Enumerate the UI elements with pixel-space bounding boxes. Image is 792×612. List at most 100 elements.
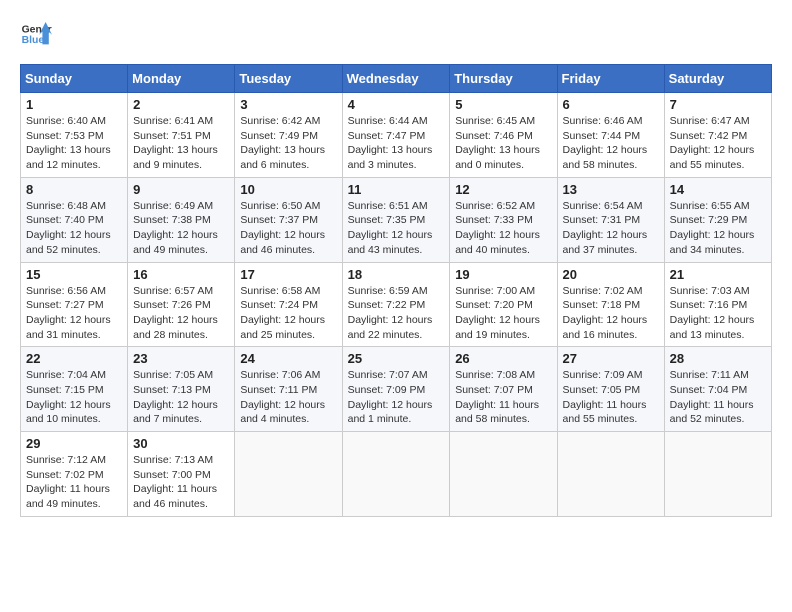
- day-number: 12: [455, 182, 551, 197]
- day-number: 5: [455, 97, 551, 112]
- day-detail: Sunrise: 7:12 AMSunset: 7:02 PMDaylight:…: [26, 453, 122, 512]
- day-detail: Sunrise: 6:52 AMSunset: 7:33 PMDaylight:…: [455, 199, 551, 258]
- day-detail: Sunrise: 7:09 AMSunset: 7:05 PMDaylight:…: [563, 368, 659, 427]
- calendar-week-2: 8 Sunrise: 6:48 AMSunset: 7:40 PMDaylight…: [21, 177, 772, 262]
- calendar-cell: 15 Sunrise: 6:56 AMSunset: 7:27 PMDayligh…: [21, 262, 128, 347]
- svg-text:Blue: Blue: [22, 35, 45, 46]
- day-header-monday: Monday: [128, 65, 235, 93]
- calendar-cell: 3 Sunrise: 6:42 AMSunset: 7:49 PMDaylight…: [235, 93, 342, 178]
- day-detail: Sunrise: 7:04 AMSunset: 7:15 PMDaylight:…: [26, 368, 122, 427]
- calendar-cell: 10 Sunrise: 6:50 AMSunset: 7:37 PMDayligh…: [235, 177, 342, 262]
- day-detail: Sunrise: 6:50 AMSunset: 7:37 PMDaylight:…: [240, 199, 336, 258]
- day-number: 6: [563, 97, 659, 112]
- calendar-cell: 8 Sunrise: 6:48 AMSunset: 7:40 PMDaylight…: [21, 177, 128, 262]
- calendar-cell: 6 Sunrise: 6:46 AMSunset: 7:44 PMDaylight…: [557, 93, 664, 178]
- day-detail: Sunrise: 6:55 AMSunset: 7:29 PMDaylight:…: [670, 199, 766, 258]
- day-number: 30: [133, 436, 229, 451]
- day-number: 7: [670, 97, 766, 112]
- day-number: 18: [348, 267, 445, 282]
- day-number: 17: [240, 267, 336, 282]
- day-header-thursday: Thursday: [450, 65, 557, 93]
- day-number: 16: [133, 267, 229, 282]
- day-number: 22: [26, 351, 122, 366]
- day-detail: Sunrise: 6:48 AMSunset: 7:40 PMDaylight:…: [26, 199, 122, 258]
- calendar-cell: 25 Sunrise: 7:07 AMSunset: 7:09 PMDayligh…: [342, 347, 450, 432]
- calendar-cell: 24 Sunrise: 7:06 AMSunset: 7:11 PMDayligh…: [235, 347, 342, 432]
- logo-icon: General Blue: [20, 20, 52, 48]
- calendar-cell: 20Sunrise: 7:02 AMSunset: 7:18 PMDayligh…: [557, 262, 664, 347]
- calendar-cell: [450, 432, 557, 517]
- day-number: 4: [348, 97, 445, 112]
- calendar-cell: 16 Sunrise: 6:57 AMSunset: 7:26 PMDayligh…: [128, 262, 235, 347]
- day-detail: Sunrise: 6:49 AMSunset: 7:38 PMDaylight:…: [133, 199, 229, 258]
- day-header-sunday: Sunday: [21, 65, 128, 93]
- day-detail: Sunrise: 7:07 AMSunset: 7:09 PMDaylight:…: [348, 368, 445, 427]
- day-number: 14: [670, 182, 766, 197]
- day-number: 8: [26, 182, 122, 197]
- calendar-cell: 26Sunrise: 7:08 AMSunset: 7:07 PMDayligh…: [450, 347, 557, 432]
- calendar-week-5: 29 Sunrise: 7:12 AMSunset: 7:02 PMDayligh…: [21, 432, 772, 517]
- calendar-cell: [557, 432, 664, 517]
- day-detail: Sunrise: 6:47 AMSunset: 7:42 PMDaylight:…: [670, 114, 766, 173]
- day-number: 9: [133, 182, 229, 197]
- calendar-table: SundayMondayTuesdayWednesdayThursdayFrid…: [20, 64, 772, 517]
- day-number: 15: [26, 267, 122, 282]
- calendar-week-4: 22 Sunrise: 7:04 AMSunset: 7:15 PMDayligh…: [21, 347, 772, 432]
- calendar-cell: 2 Sunrise: 6:41 AMSunset: 7:51 PMDaylight…: [128, 93, 235, 178]
- calendar-week-1: 1Sunrise: 6:40 AMSunset: 7:53 PMDaylight…: [21, 93, 772, 178]
- day-detail: Sunrise: 6:46 AMSunset: 7:44 PMDaylight:…: [563, 114, 659, 173]
- day-number: 27: [563, 351, 659, 366]
- calendar-cell: 30 Sunrise: 7:13 AMSunset: 7:00 PMDayligh…: [128, 432, 235, 517]
- calendar-cell: 7 Sunrise: 6:47 AMSunset: 7:42 PMDaylight…: [664, 93, 771, 178]
- day-number: 11: [348, 182, 445, 197]
- calendar-cell: [342, 432, 450, 517]
- day-number: 24: [240, 351, 336, 366]
- calendar-cell: 12 Sunrise: 6:52 AMSunset: 7:33 PMDayligh…: [450, 177, 557, 262]
- logo: General Blue: [20, 20, 52, 48]
- calendar-cell: 28 Sunrise: 7:11 AMSunset: 7:04 PMDayligh…: [664, 347, 771, 432]
- calendar-cell: 19 Sunrise: 7:00 AMSunset: 7:20 PMDayligh…: [450, 262, 557, 347]
- day-detail: Sunrise: 6:59 AMSunset: 7:22 PMDaylight:…: [348, 284, 445, 343]
- day-detail: Sunrise: 6:57 AMSunset: 7:26 PMDaylight:…: [133, 284, 229, 343]
- day-number: 3: [240, 97, 336, 112]
- day-detail: Sunrise: 7:03 AMSunset: 7:16 PMDaylight:…: [670, 284, 766, 343]
- day-detail: Sunrise: 6:58 AMSunset: 7:24 PMDaylight:…: [240, 284, 336, 343]
- day-detail: Sunrise: 6:41 AMSunset: 7:51 PMDaylight:…: [133, 114, 229, 173]
- calendar-cell: 13Sunrise: 6:54 AMSunset: 7:31 PMDayligh…: [557, 177, 664, 262]
- calendar-cell: 21 Sunrise: 7:03 AMSunset: 7:16 PMDayligh…: [664, 262, 771, 347]
- day-detail: Sunrise: 7:00 AMSunset: 7:20 PMDaylight:…: [455, 284, 551, 343]
- day-number: 2: [133, 97, 229, 112]
- day-detail: Sunrise: 6:54 AMSunset: 7:31 PMDaylight:…: [563, 199, 659, 258]
- day-detail: Sunrise: 6:51 AMSunset: 7:35 PMDaylight:…: [348, 199, 445, 258]
- calendar-cell: 27 Sunrise: 7:09 AMSunset: 7:05 PMDayligh…: [557, 347, 664, 432]
- calendar-cell: [664, 432, 771, 517]
- day-number: 10: [240, 182, 336, 197]
- calendar-cell: 5 Sunrise: 6:45 AMSunset: 7:46 PMDaylight…: [450, 93, 557, 178]
- calendar-header-row: SundayMondayTuesdayWednesdayThursdayFrid…: [21, 65, 772, 93]
- day-detail: Sunrise: 7:13 AMSunset: 7:00 PMDaylight:…: [133, 453, 229, 512]
- day-header-saturday: Saturday: [664, 65, 771, 93]
- calendar-cell: 1Sunrise: 6:40 AMSunset: 7:53 PMDaylight…: [21, 93, 128, 178]
- day-number: 23: [133, 351, 229, 366]
- day-detail: Sunrise: 7:08 AMSunset: 7:07 PMDaylight:…: [455, 368, 551, 427]
- day-number: 1: [26, 97, 122, 112]
- day-number: 28: [670, 351, 766, 366]
- day-header-wednesday: Wednesday: [342, 65, 450, 93]
- day-detail: Sunrise: 7:06 AMSunset: 7:11 PMDaylight:…: [240, 368, 336, 427]
- day-detail: Sunrise: 7:05 AMSunset: 7:13 PMDaylight:…: [133, 368, 229, 427]
- day-detail: Sunrise: 6:56 AMSunset: 7:27 PMDaylight:…: [26, 284, 122, 343]
- page-header: General Blue: [20, 20, 772, 48]
- calendar-cell: 17 Sunrise: 6:58 AMSunset: 7:24 PMDayligh…: [235, 262, 342, 347]
- day-number: 19: [455, 267, 551, 282]
- calendar-cell: 23 Sunrise: 7:05 AMSunset: 7:13 PMDayligh…: [128, 347, 235, 432]
- day-detail: Sunrise: 6:42 AMSunset: 7:49 PMDaylight:…: [240, 114, 336, 173]
- calendar-cell: 29 Sunrise: 7:12 AMSunset: 7:02 PMDayligh…: [21, 432, 128, 517]
- day-detail: Sunrise: 7:02 AMSunset: 7:18 PMDaylight:…: [563, 284, 659, 343]
- day-number: 21: [670, 267, 766, 282]
- day-number: 29: [26, 436, 122, 451]
- day-detail: Sunrise: 6:45 AMSunset: 7:46 PMDaylight:…: [455, 114, 551, 173]
- calendar-week-3: 15 Sunrise: 6:56 AMSunset: 7:27 PMDayligh…: [21, 262, 772, 347]
- day-detail: Sunrise: 7:11 AMSunset: 7:04 PMDaylight:…: [670, 368, 766, 427]
- calendar-cell: 11 Sunrise: 6:51 AMSunset: 7:35 PMDayligh…: [342, 177, 450, 262]
- day-number: 25: [348, 351, 445, 366]
